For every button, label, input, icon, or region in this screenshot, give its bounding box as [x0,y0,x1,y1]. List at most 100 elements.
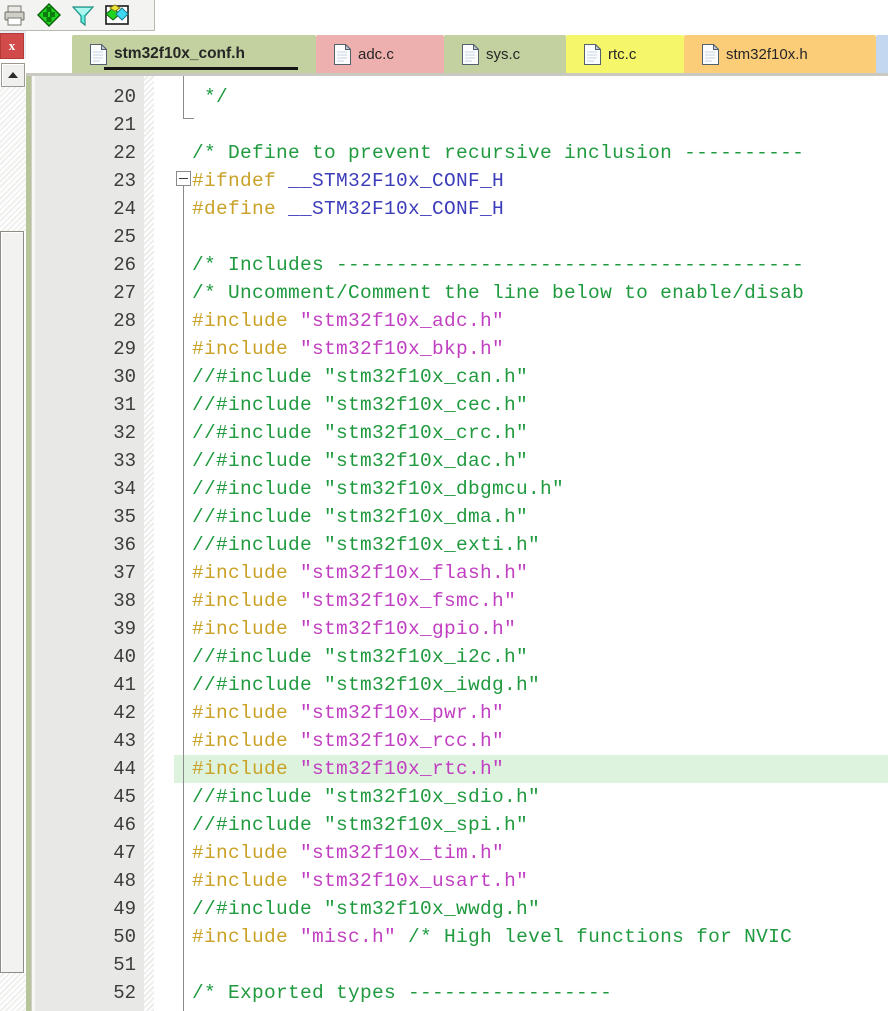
line-number: 40 [113,646,136,668]
code-line-text: //#include "stm32f10x_crc.h" [192,419,528,447]
code-token: //#include "stm32f10x_crc.h" [192,422,529,444]
code-line[interactable]: 37 #include "stm32f10x_flash.h" [26,559,888,587]
code-line[interactable]: 41 //#include "stm32f10x_iwdg.h" [26,671,888,699]
code-token: //#include "stm32f10x_exti.h" [192,534,541,556]
ide-window: x stm32f10x_conf.h adc.c sys.c rtc.c stm32f1… [0,0,888,1011]
code-line[interactable]: 26 /* Includes --------------------------… [26,251,888,279]
line-number: 42 [113,702,136,724]
file-document-icon [334,42,352,65]
line-number: 51 [113,954,136,976]
code-token: //#include "stm32f10x_cec.h" [192,394,529,416]
code-line-text: #define __STM32F10x_CONF_H [192,195,504,223]
code-line[interactable]: 34 //#include "stm32f10x_dbgmcu.h" [26,475,888,503]
code-line-text: #include "misc.h" /* High level function… [192,923,792,951]
code-token: /* Exported types ----------------- [192,982,613,1004]
code-editor[interactable]: 20 */ 21 22 /* Define to prevent recursive … [26,76,888,1011]
scroll-up-button[interactable] [1,63,25,87]
code-line[interactable]: 32 //#include "stm32f10x_crc.h" [26,419,888,447]
fold-toggle-line-23[interactable] [176,171,191,186]
code-line-text: //#include "stm32f10x_can.h" [192,363,528,391]
code-line[interactable]: 35 //#include "stm32f10x_dma.h" [26,503,888,531]
code-line[interactable]: 46 //#include "stm32f10x_spi.h" [26,811,888,839]
code-line-text: //#include "stm32f10x_exti.h" [192,531,540,559]
code-token: #define [192,198,289,220]
code-line[interactable]: 28 #include "stm32f10x_adc.h" [26,307,888,335]
code-line[interactable]: 33 //#include "stm32f10x_dac.h" [26,447,888,475]
code-line[interactable]: 38 #include "stm32f10x_fsmc.h" [26,587,888,615]
code-line[interactable]: 47 #include "stm32f10x_tim.h" [26,839,888,867]
line-number: 30 [113,366,136,388]
line-number: 41 [113,674,136,696]
line-number: 38 [113,590,136,612]
code-token: #include [192,310,301,332]
code-line[interactable]: 20 */ [26,83,888,111]
code-line[interactable]: 25 [26,223,888,251]
code-line[interactable]: 30 //#include "stm32f10x_can.h" [26,363,888,391]
code-line-text: #include "stm32f10x_adc.h" [192,307,504,335]
tab-sys-c[interactable]: sys.c [444,35,566,73]
code-line[interactable]: 44 #include "stm32f10x_rtc.h" [26,755,888,783]
code-token: "stm32f10x_rcc.h" [300,730,505,752]
code-line-text: //#include "stm32f10x_wwdg.h" [192,895,540,923]
line-number: 35 [113,506,136,528]
printer-icon[interactable] [2,2,28,28]
code-token: #include [192,590,301,612]
code-token: //#include "stm32f10x_sdio.h" [192,786,541,808]
dock-hatch-area-bottom [0,973,26,1011]
code-line-text: /* Uncomment/Comment the line below to e… [192,279,804,307]
batch-build-icon[interactable] [104,2,130,28]
code-line-text: //#include "stm32f10x_sdio.h" [192,783,540,811]
code-line[interactable]: 23 #ifndef __STM32F10x_CONF_H [26,167,888,195]
line-number: 32 [113,422,136,444]
tab-adc-c[interactable]: adc.c [316,35,444,73]
code-line[interactable]: 29 #include "stm32f10x_bkp.h" [26,335,888,363]
tab-s[interactable]: s [876,35,888,73]
tab-rtc-c[interactable]: rtc.c [566,35,684,73]
line-number: 34 [113,478,136,500]
code-line-text: #include "stm32f10x_pwr.h" [192,699,504,727]
tab-stm32f10x-conf-h[interactable]: stm32f10x_conf.h [72,35,316,73]
code-line-text: #include "stm32f10x_fsmc.h" [192,587,516,615]
code-line[interactable]: 45 //#include "stm32f10x_sdio.h" [26,783,888,811]
green-diamond-icon[interactable] [36,2,62,28]
code-line[interactable]: 53 /* [26,1007,888,1011]
code-line[interactable]: 22 /* Define to prevent recursive inclusi… [26,139,888,167]
line-number: 36 [113,534,136,556]
code-line[interactable]: 21 [26,111,888,139]
tab-label: sys.c [486,45,521,63]
code-line[interactable]: 42 #include "stm32f10x_pwr.h" [26,699,888,727]
code-token: "stm32f10x_pwr.h" [300,702,505,724]
code-token: /* Define to prevent recursive inclusion… [192,142,805,164]
tab-strip: stm32f10x_conf.h adc.c sys.c rtc.c stm32f10x… [26,35,888,76]
line-number: 47 [113,842,136,864]
code-line[interactable]: 36 //#include "stm32f10x_exti.h" [26,531,888,559]
file-document-icon [462,42,480,65]
code-line[interactable]: 24 #define __STM32F10x_CONF_H [26,195,888,223]
code-line-text: #include "stm32f10x_tim.h" [192,839,504,867]
vertical-side-panel[interactable] [0,231,24,973]
code-line[interactable]: 48 #include "stm32f10x_usart.h" [26,867,888,895]
code-token: "stm32f10x_adc.h" [300,310,505,332]
code-line-text: #include "stm32f10x_rcc.h" [192,727,504,755]
line-number: 44 [113,758,136,780]
close-button[interactable]: x [0,33,24,59]
code-line-text: #include "stm32f10x_usart.h" [192,867,528,895]
filter-funnel-icon[interactable] [70,2,96,28]
code-line[interactable]: 49 //#include "stm32f10x_wwdg.h" [26,895,888,923]
code-line[interactable]: 51 [26,951,888,979]
tab-label: stm32f10x.h [726,45,808,63]
code-token: //#include "stm32f10x_iwdg.h" [192,674,541,696]
code-line[interactable]: 50 #include "misc.h" /* High level functi… [26,923,888,951]
code-line-text: #include "stm32f10x_bkp.h" [192,335,504,363]
code-token: #include [192,842,301,864]
code-line[interactable]: 31 //#include "stm32f10x_cec.h" [26,391,888,419]
line-number: 43 [113,730,136,752]
code-line[interactable]: 27 /* Uncomment/Comment the line below to… [26,279,888,307]
code-line[interactable]: 52 /* Exported types ----------------- [26,979,888,1007]
code-line[interactable]: 43 #include "stm32f10x_rcc.h" [26,727,888,755]
code-line[interactable]: 39 #include "stm32f10x_gpio.h" [26,615,888,643]
tab-stm32f10x-h[interactable]: stm32f10x.h [684,35,876,73]
code-line[interactable]: 40 //#include "stm32f10x_i2c.h" [26,643,888,671]
minus-icon [179,178,188,179]
line-number: 50 [113,926,136,948]
